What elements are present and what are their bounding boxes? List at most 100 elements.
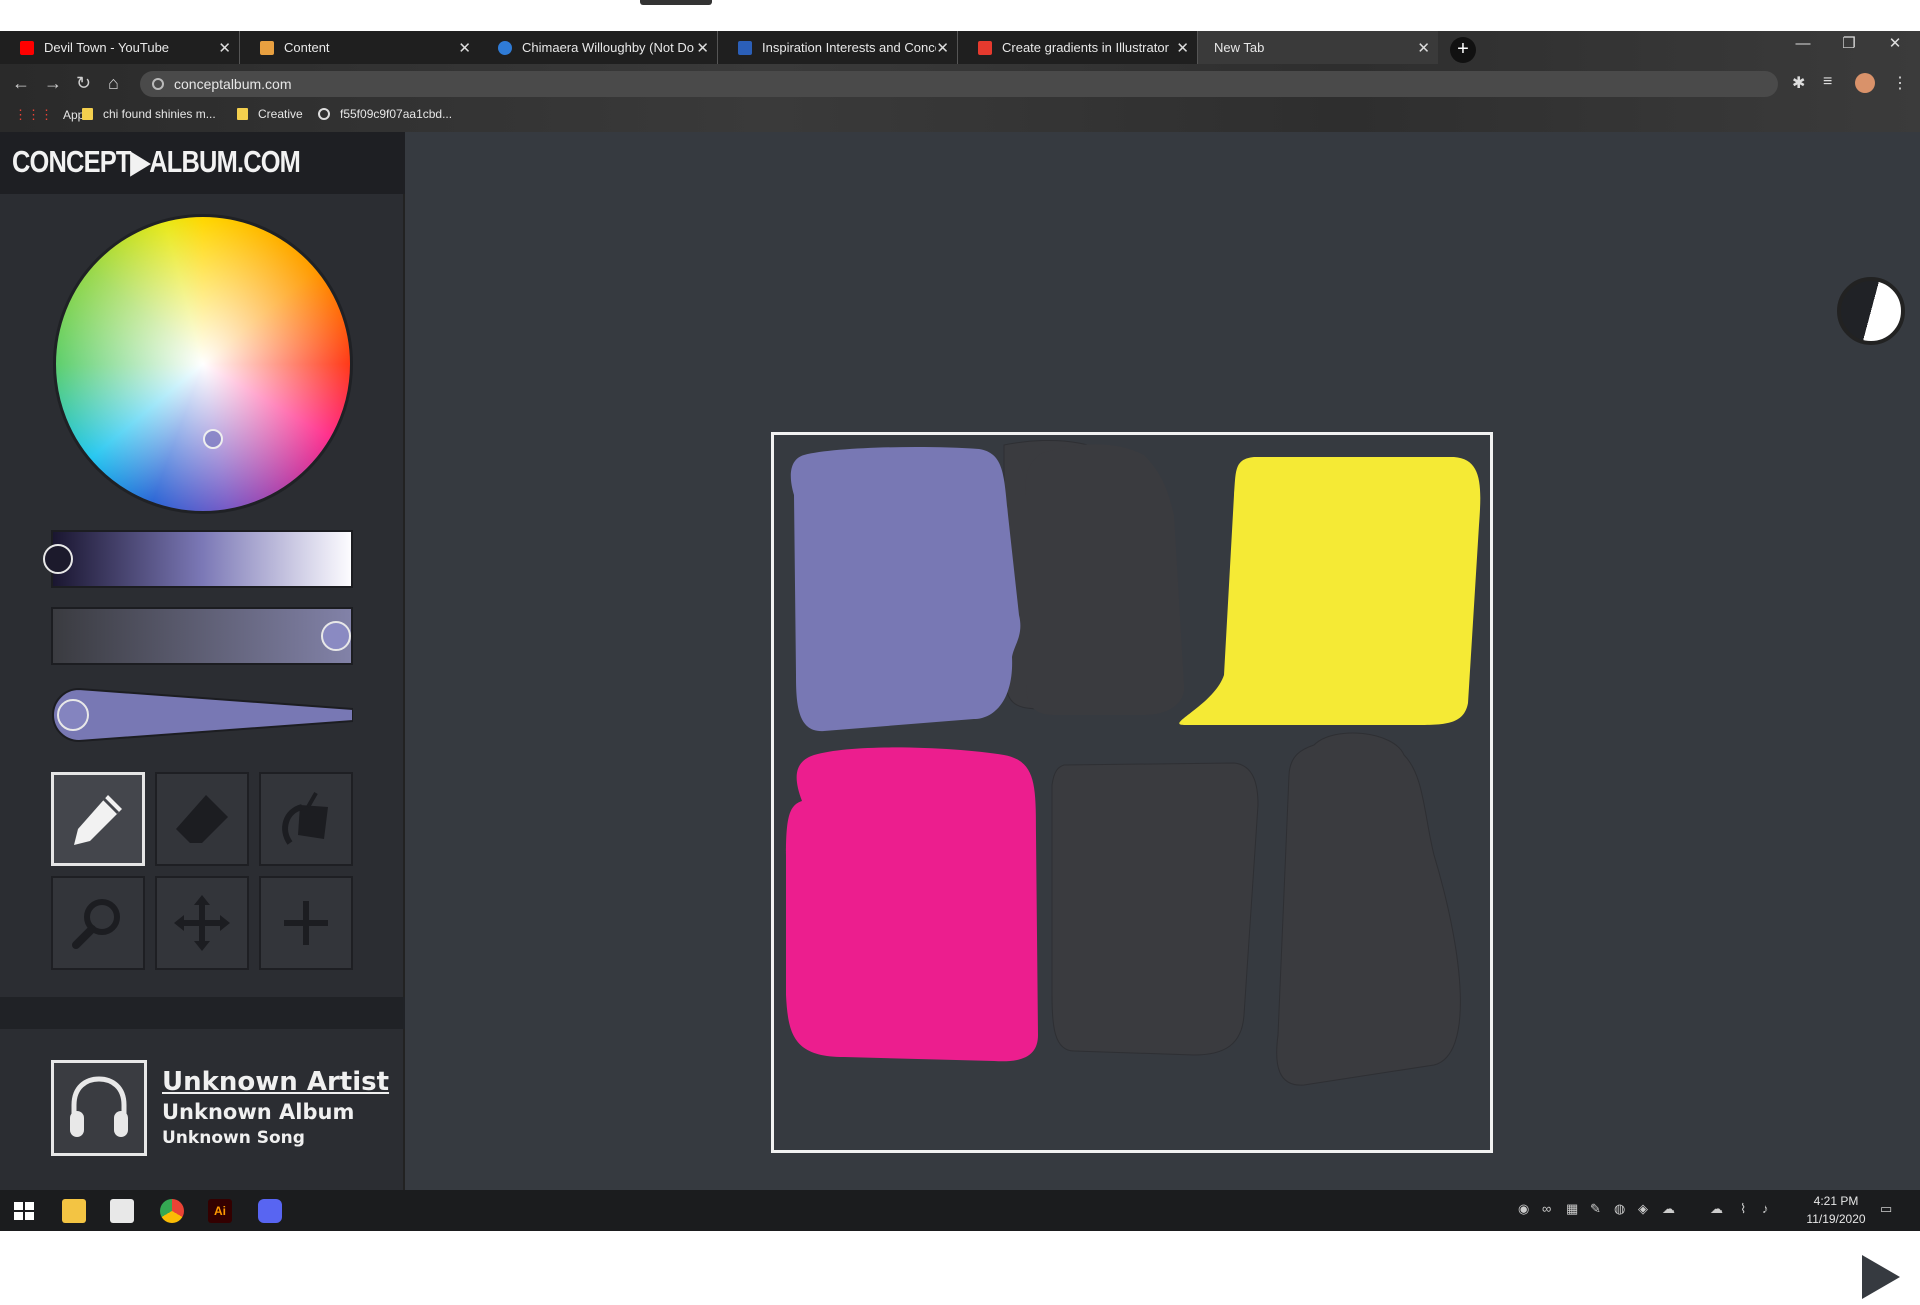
discord-icon[interactable] bbox=[258, 1199, 282, 1223]
sidebar: CONCEPT▶ALBUM.COM Unknown Artist Unknown… bbox=[0, 132, 405, 1190]
address-bar[interactable]: conceptalbum.com bbox=[140, 71, 1778, 97]
brush-size-slider[interactable] bbox=[51, 685, 353, 745]
plus-icon bbox=[284, 901, 328, 945]
saturation-knob[interactable] bbox=[321, 621, 351, 651]
bookmark-folder-chi[interactable]: chi found shinies m... bbox=[82, 107, 216, 121]
album-art[interactable] bbox=[51, 1060, 147, 1156]
drawing-canvas[interactable] bbox=[771, 432, 1493, 1153]
globe-icon bbox=[318, 108, 330, 120]
artist-link[interactable]: Unknown Artist bbox=[162, 1067, 389, 1097]
lightness-slider[interactable] bbox=[43, 530, 353, 588]
system-clock[interactable]: 4:21 PM 11/19/2020 bbox=[1801, 1192, 1871, 1228]
close-icon[interactable]: ✕ bbox=[458, 39, 471, 57]
illustrator-icon[interactable]: Ai bbox=[208, 1199, 232, 1223]
color-wheel-handle[interactable] bbox=[203, 429, 223, 449]
link-tray-icon[interactable]: ∞ bbox=[1542, 1201, 1551, 1216]
taskbar: Ai ◉ ∞ ▦ ✎ ◍ ◈ ☁ ☁ ⌇ ♪ 4:21 PM 11/19/2020… bbox=[0, 1190, 1920, 1231]
magnifier-icon bbox=[72, 899, 120, 949]
minimize-button[interactable]: — bbox=[1780, 31, 1826, 57]
paint-bucket-icon bbox=[282, 792, 328, 845]
shape-purple bbox=[790, 447, 1021, 732]
restore-button[interactable]: ❐ bbox=[1826, 31, 1872, 57]
close-icon[interactable]: ✕ bbox=[936, 39, 949, 57]
forward-icon[interactable]: → bbox=[44, 73, 62, 94]
shape-magenta bbox=[786, 747, 1038, 1062]
wifi-icon[interactable]: ⌇ bbox=[1740, 1201, 1746, 1217]
album-title: Unknown Album bbox=[162, 1100, 355, 1124]
saturation-slider[interactable] bbox=[51, 607, 353, 665]
window-grip[interactable] bbox=[640, 0, 712, 5]
top-strip bbox=[0, 0, 1920, 31]
close-icon[interactable]: ✕ bbox=[696, 39, 709, 57]
menu-icon[interactable]: ⋮ bbox=[1892, 73, 1908, 93]
lightness-knob[interactable] bbox=[43, 544, 73, 574]
pencil-icon bbox=[74, 795, 122, 845]
globe-tray-icon[interactable]: ◍ bbox=[1614, 1201, 1625, 1217]
sidebar-divider bbox=[0, 997, 405, 1029]
eraser-tool[interactable] bbox=[155, 772, 249, 866]
volume-icon[interactable]: ♪ bbox=[1762, 1201, 1769, 1216]
profile-avatar[interactable] bbox=[1855, 73, 1875, 93]
close-icon[interactable]: ✕ bbox=[1176, 39, 1189, 57]
theme-toggle-button[interactable] bbox=[1837, 277, 1905, 345]
song-title: Unknown Song bbox=[162, 1128, 305, 1148]
move-tool[interactable] bbox=[155, 876, 249, 970]
add-tool[interactable] bbox=[259, 876, 353, 970]
chrome-icon[interactable] bbox=[160, 1199, 184, 1223]
onedrive-tray-icon[interactable]: ☁ bbox=[1710, 1201, 1723, 1217]
fill-tool[interactable] bbox=[259, 772, 353, 866]
reload-icon[interactable]: ↻ bbox=[76, 73, 91, 94]
move-arrows-icon bbox=[174, 895, 230, 951]
apps-grid-icon: ⋮⋮⋮ bbox=[14, 107, 53, 122]
headphones-icon bbox=[70, 1076, 128, 1137]
shape-top-middle-overlap bbox=[1025, 444, 1185, 715]
bookmark-link[interactable]: f55f09c9f07aa1cbd... bbox=[318, 107, 452, 121]
canvas-artwork bbox=[786, 439, 1481, 1086]
adobe-icon bbox=[978, 40, 992, 55]
shield-tray-icon[interactable]: ◈ bbox=[1638, 1201, 1648, 1217]
tab-onedrive[interactable]: Chimaera Willoughby (Not Done ✕ bbox=[478, 31, 718, 64]
bookmarks-bar: ⋮⋮⋮ Apps chi found shinies m... Creative … bbox=[0, 103, 1920, 127]
bookmark-folder-creative[interactable]: Creative bbox=[237, 107, 303, 121]
close-icon[interactable]: ✕ bbox=[218, 39, 231, 57]
color-wheel[interactable] bbox=[53, 214, 353, 514]
site-logo[interactable]: CONCEPT▶ALBUM.COM bbox=[0, 132, 405, 194]
app-tray-icon[interactable]: ▦ bbox=[1566, 1201, 1578, 1217]
shape-yellow bbox=[1179, 457, 1481, 725]
pencil-tool[interactable] bbox=[51, 772, 145, 866]
tab-word[interactable]: Inspiration Interests and Concept ✕ bbox=[718, 31, 958, 64]
youtube-icon bbox=[20, 40, 34, 55]
file-explorer-icon[interactable] bbox=[62, 1199, 86, 1223]
folder-icon bbox=[237, 108, 248, 120]
extensions-icon[interactable]: ✱ bbox=[1792, 73, 1805, 93]
home-icon[interactable]: ⌂ bbox=[108, 73, 119, 94]
discord-tray-icon[interactable]: ◉ bbox=[1518, 1201, 1529, 1217]
app-area: CONCEPT▶ALBUM.COM Unknown Artist Unknown… bbox=[0, 132, 1920, 1305]
cloud-tray-icon[interactable]: ☁ bbox=[1662, 1201, 1675, 1217]
zoom-tool[interactable] bbox=[51, 876, 145, 970]
close-icon[interactable]: ✕ bbox=[1417, 39, 1430, 57]
eraser-icon bbox=[176, 795, 228, 843]
tab-new-tab[interactable]: New Tab ✕ bbox=[1198, 31, 1438, 64]
play-icon[interactable] bbox=[1858, 1249, 1906, 1305]
site-info-icon[interactable] bbox=[152, 78, 164, 90]
shape-bottom-middle bbox=[1051, 762, 1259, 1056]
back-icon[interactable]: ← bbox=[12, 73, 30, 94]
word-icon bbox=[738, 40, 752, 55]
bookmark-apps[interactable]: ⋮⋮⋮ Apps bbox=[14, 107, 90, 123]
tab-youtube[interactable]: Devil Town - YouTube ✕ bbox=[0, 31, 240, 64]
shape-bottom-right bbox=[1276, 732, 1461, 1086]
tab-strip: Devil Town - YouTube ✕ Content ✕ Chimaera … bbox=[0, 31, 1920, 64]
store-icon[interactable] bbox=[110, 1199, 134, 1223]
notifications-icon[interactable]: ▭ bbox=[1880, 1201, 1892, 1217]
pen-tray-icon[interactable]: ✎ bbox=[1590, 1201, 1601, 1217]
media-control-icon[interactable]: ≡ bbox=[1823, 73, 1832, 91]
onedrive-icon bbox=[498, 40, 512, 55]
folder-icon bbox=[82, 108, 93, 120]
content-icon bbox=[260, 40, 274, 55]
new-tab-button[interactable]: + bbox=[1450, 37, 1476, 63]
close-window-button[interactable]: ✕ bbox=[1872, 31, 1918, 57]
tab-adobe[interactable]: Create gradients in Illustrator ✕ bbox=[958, 31, 1198, 64]
windows-start-icon[interactable] bbox=[12, 1199, 36, 1223]
tab-content[interactable]: Content ✕ bbox=[240, 31, 480, 64]
